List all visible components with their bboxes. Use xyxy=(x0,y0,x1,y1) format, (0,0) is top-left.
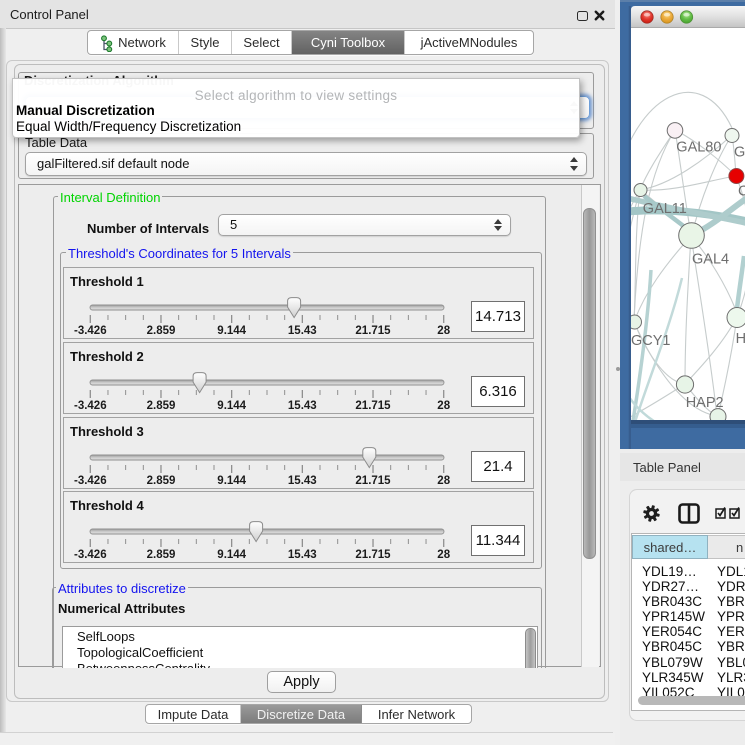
svg-text:H: H xyxy=(736,331,745,347)
svg-text:21.715: 21.715 xyxy=(355,400,391,412)
svg-text:GCY1: GCY1 xyxy=(631,333,671,349)
svg-text:-3.426: -3.426 xyxy=(74,325,107,337)
svg-text:15.43: 15.43 xyxy=(288,400,317,412)
svg-text:2.859: 2.859 xyxy=(147,475,176,487)
svg-text:28: 28 xyxy=(437,475,450,487)
svg-text:-3.426: -3.426 xyxy=(74,549,107,561)
svg-text:28: 28 xyxy=(437,325,450,337)
svg-text:21.715: 21.715 xyxy=(355,325,391,337)
svg-text:-3.426: -3.426 xyxy=(74,400,107,412)
svg-text:21.715: 21.715 xyxy=(355,549,391,561)
svg-text:28: 28 xyxy=(437,400,450,412)
svg-text:15.43: 15.43 xyxy=(288,325,317,337)
svg-text:21.715: 21.715 xyxy=(355,475,391,487)
svg-text:GA: GA xyxy=(734,145,745,161)
svg-text:15.43: 15.43 xyxy=(288,549,317,561)
svg-text:GAL4: GAL4 xyxy=(692,252,729,268)
svg-text:9.144: 9.144 xyxy=(217,325,246,337)
svg-text:9.144: 9.144 xyxy=(217,475,246,487)
svg-text:9.144: 9.144 xyxy=(217,400,246,412)
svg-text:2.859: 2.859 xyxy=(147,325,176,337)
svg-text:C: C xyxy=(738,184,745,200)
svg-text:9.144: 9.144 xyxy=(217,549,246,561)
svg-text:2.859: 2.859 xyxy=(147,400,176,412)
svg-text:-3.426: -3.426 xyxy=(74,475,107,487)
svg-text:15.43: 15.43 xyxy=(288,475,317,487)
svg-text:28: 28 xyxy=(437,549,450,561)
svg-text:2.859: 2.859 xyxy=(147,549,176,561)
svg-text:GAL11: GAL11 xyxy=(643,201,687,217)
svg-text:HAP2: HAP2 xyxy=(686,395,724,411)
svg-text:GAL80: GAL80 xyxy=(676,140,721,156)
